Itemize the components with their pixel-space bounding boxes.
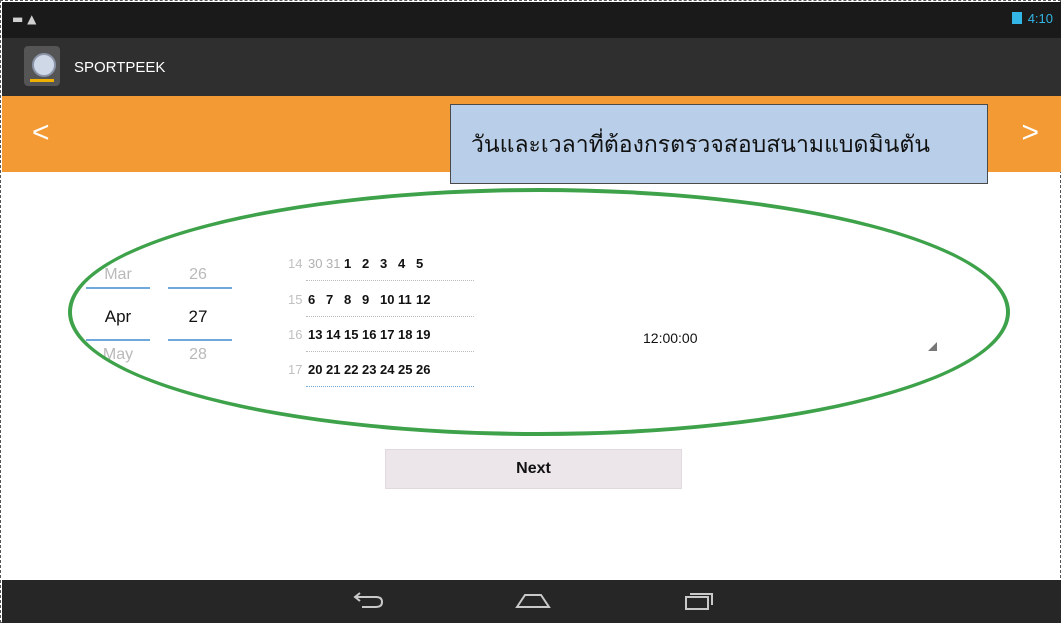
recent-apps-icon[interactable]: [684, 591, 714, 616]
app-icon[interactable]: [24, 46, 60, 86]
app-title: SPORTPEEK: [74, 59, 166, 76]
back-icon[interactable]: [352, 591, 384, 616]
system-nav-bar: [2, 580, 1061, 623]
status-bar: ▬ ▲ 4:10: [2, 2, 1061, 38]
battery-icon: [1011, 12, 1022, 24]
prev-button[interactable]: <: [32, 116, 50, 150]
home-icon[interactable]: [515, 591, 551, 616]
notification-icons: ▬ ▲: [12, 12, 37, 26]
highlight-ellipse: [68, 188, 1010, 436]
clock: 4:10: [1027, 11, 1053, 26]
annotation-callout: วันและเวลาที่ต้องกรตรวจสอบสนามแบดมินตัน: [450, 104, 988, 184]
next-button[interactable]: Next: [385, 449, 682, 489]
action-bar: SPORTPEEK: [2, 38, 1061, 96]
stopwatch-icon: [32, 53, 56, 77]
next-arrow-button[interactable]: >: [1021, 116, 1039, 150]
status-right: 4:10: [1011, 11, 1053, 26]
